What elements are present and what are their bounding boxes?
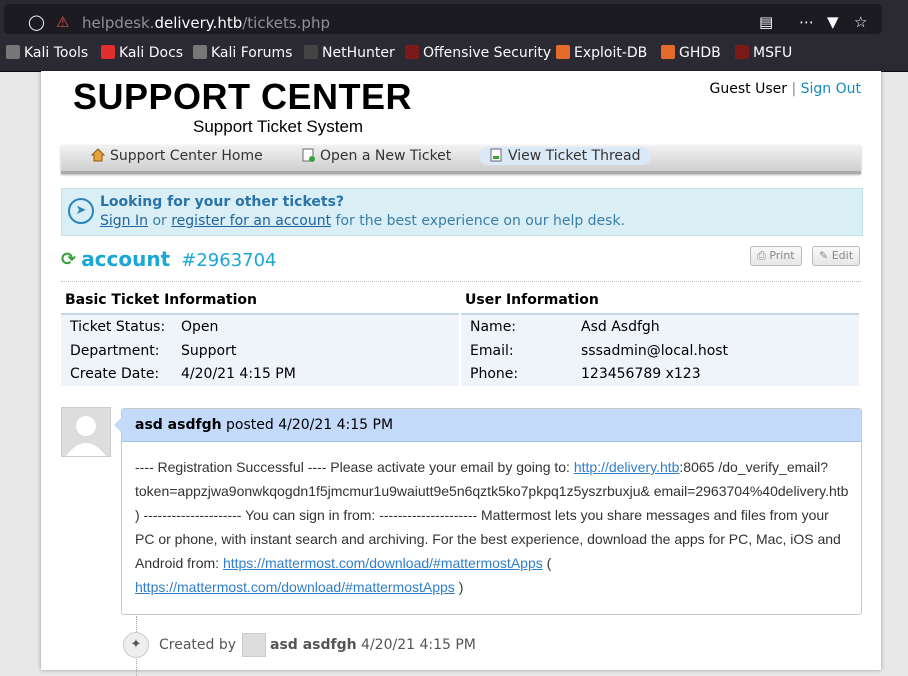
nav-new-ticket[interactable]: Open a New Ticket: [301, 148, 451, 164]
edit-button[interactable]: ✎ Edit: [812, 246, 861, 266]
refresh-icon[interactable]: ⟳: [61, 249, 76, 270]
nav-view-thread[interactable]: View Ticket Thread: [479, 147, 651, 165]
bookmark-nethunter[interactable]: NetHunter: [304, 45, 395, 61]
user-info-table: Name: Asd Asdfgh Email: sssadmin@local.hos…: [461, 313, 859, 386]
created-author: asd asdfgh: [270, 637, 357, 653]
offsec-icon: [405, 45, 419, 59]
main-nav: Support Center Home Open a New Ticket Vi…: [61, 145, 861, 174]
mattermost-link-2[interactable]: https://mattermost.com/download/#matterm…: [135, 579, 455, 595]
sign-out-link[interactable]: Sign Out: [801, 81, 861, 97]
bookmark-exploit-db[interactable]: Exploit-DB: [556, 45, 647, 61]
home-icon: [90, 148, 106, 162]
shield-icon[interactable]: ◯: [28, 13, 45, 31]
more-actions-icon[interactable]: ⋯: [799, 13, 814, 31]
bookmarks-toolbar: Kali Tools Kali Docs Kali Forums NetHunt…: [0, 38, 908, 72]
exploit-db-icon: [556, 45, 570, 59]
new-ticket-icon: [301, 148, 315, 162]
ticket-thread-icon: [489, 148, 503, 162]
url-bar[interactable]: ◯ ⚠ helpdesk.delivery.htb/tickets.php ▤ …: [4, 4, 882, 34]
bookmark-ghdb[interactable]: GHDB: [661, 45, 721, 61]
nethunter-icon: [304, 45, 318, 59]
browser-toolbar: ◯ ⚠ helpdesk.delivery.htb/tickets.php ▤ …: [0, 0, 908, 38]
thread-pointer: [114, 417, 122, 433]
page-container: SUPPORT CENTER Support Ticket System Gue…: [41, 71, 881, 676]
thread-date: 4/20/21 4:15 PM: [278, 417, 394, 433]
logo-title: SUPPORT CENTER: [73, 76, 413, 117]
bookmark-kali-docs[interactable]: Kali Docs: [101, 45, 183, 61]
print-icon: ⎙: [757, 249, 766, 262]
kali-dragon-icon: [6, 45, 20, 59]
notice-body: Sign In or register for an account for t…: [100, 213, 626, 229]
delivery-link[interactable]: http://delivery.htb: [574, 459, 680, 475]
bookmark-msfu[interactable]: MSFU: [735, 45, 792, 61]
user-info-heading: User Information: [465, 292, 599, 308]
bookmark-kali-forums[interactable]: Kali Forums: [193, 45, 292, 61]
magic-wand-icon: ✦: [123, 632, 149, 658]
msfu-icon: [735, 45, 749, 59]
reader-view-icon[interactable]: ▤: [759, 13, 773, 31]
avatar: [61, 407, 111, 457]
kali-dragon-icon: [193, 45, 207, 59]
nav-home[interactable]: Support Center Home: [90, 148, 263, 164]
insecure-lock-icon[interactable]: ⚠: [56, 13, 69, 31]
mini-avatar: [242, 633, 267, 657]
thread-entry: asd asdfgh posted 4/20/21 4:15 PM ---- R…: [114, 408, 862, 615]
bookmark-kali-tools[interactable]: Kali Tools: [6, 45, 88, 61]
site-logo[interactable]: SUPPORT CENTER Support Ticket System: [73, 76, 413, 137]
ghdb-icon: [661, 45, 675, 59]
print-button[interactable]: ⎙ Print: [750, 246, 802, 266]
user-status: Guest User | Sign Out: [709, 81, 861, 97]
guest-label: Guest User: [709, 81, 787, 97]
register-link[interactable]: register for an account: [171, 213, 331, 229]
url-text[interactable]: helpdesk.delivery.htb/tickets.php: [82, 14, 330, 32]
notice-title: Looking for your other tickets?: [100, 194, 345, 210]
created-date: 4/20/21 4:15 PM: [361, 637, 476, 653]
thread-message: ---- Registration Successful ---- Please…: [135, 459, 849, 595]
edit-icon: ✎: [819, 249, 829, 262]
kali-docs-icon: [101, 45, 115, 59]
ticket-number: #2963704: [181, 250, 277, 271]
bookmark-star-icon[interactable]: ☆: [854, 13, 867, 31]
mattermost-link[interactable]: https://mattermost.com/download/#matterm…: [223, 555, 543, 571]
basic-info-table: Ticket Status: Open Department: Support Cr…: [61, 313, 459, 386]
divider: [61, 281, 861, 282]
bookmark-offensive-security[interactable]: Offensive Security: [405, 45, 551, 61]
thread-author: asd asdfgh: [135, 417, 222, 433]
sign-in-link[interactable]: Sign In: [100, 213, 148, 229]
created-event: ✦ Created by asd asdfgh 4/20/21 4:15 PM: [123, 632, 476, 658]
basic-info-heading: Basic Ticket Information: [65, 292, 257, 308]
ticket-subject[interactable]: account: [81, 247, 170, 271]
thread-header: asd asdfgh posted 4/20/21 4:15 PM: [122, 409, 861, 442]
compass-icon: ➤: [68, 198, 94, 224]
info-notice: ➤ Looking for your other tickets? Sign I…: [61, 188, 863, 236]
pocket-icon[interactable]: ▼: [827, 13, 839, 31]
ticket-title: ⟳ account #2963704: [61, 247, 277, 271]
logo-subtitle: Support Ticket System: [193, 117, 364, 136]
